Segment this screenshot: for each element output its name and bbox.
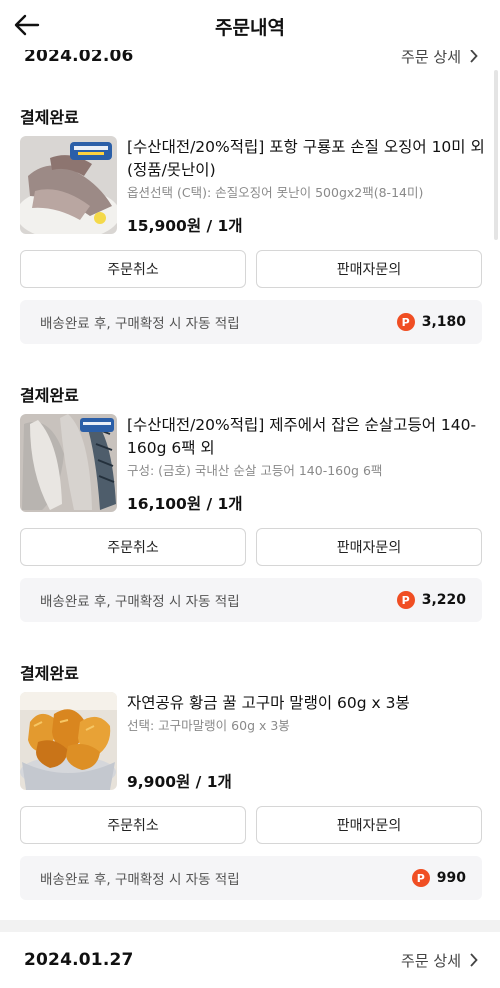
reward-info: 배송완료 후, 구매확정 시 자동 적립 P 3,180: [20, 300, 482, 344]
app-header: 주문내역: [0, 0, 500, 50]
points-value: 3,220: [421, 592, 466, 608]
product-info[interactable]: [수산대전/20%적립] 포항 구룡포 손질 오징어 10미 외 (정품/못난이…: [127, 136, 487, 201]
reward-points: P 990: [411, 869, 466, 887]
points-value: 990: [436, 870, 466, 886]
product-name: 자연공유 황금 꿀 고구마 말랭이 60g x 3봉: [127, 694, 410, 712]
product-option: 옵션선택 (C택): 손질오징어 못난이 500gx2팩(8-14미): [127, 185, 424, 200]
cancel-order-button[interactable]: 주문취소: [20, 806, 246, 844]
seller-inquiry-button[interactable]: 판매자문의: [256, 806, 482, 844]
points-icon: P: [411, 869, 430, 887]
points-icon: P: [396, 313, 415, 331]
reward-info: 배송완료 후, 구매확정 시 자동 적립 P 3,220: [20, 578, 482, 622]
order-detail-link[interactable]: 주문 상세: [401, 950, 478, 971]
order-date: 2024.01.27: [24, 950, 134, 970]
mackerel-product-image[interactable]: [20, 414, 117, 512]
cancel-order-button[interactable]: 주문취소: [20, 528, 246, 566]
points-value: 3,180: [421, 314, 466, 330]
seller-inquiry-button[interactable]: 판매자문의: [256, 250, 482, 288]
chevron-right-icon: [470, 50, 478, 63]
chevron-right-icon: [470, 953, 478, 967]
order-status: 결제완료: [20, 664, 79, 683]
reward-text: 배송완료 후, 구매확정 시 자동 적립: [40, 594, 240, 610]
order-group-header: 2024.01.27 주문 상세: [0, 944, 500, 976]
product-info[interactable]: [수산대전/20%적립] 제주에서 잡은 순살고등어 140-160g 6팩 외…: [127, 414, 487, 479]
product-price: 9,900원 / 1개: [127, 773, 232, 791]
reward-info: 배송완료 후, 구매확정 시 자동 적립 P 990: [20, 856, 482, 900]
order-status: 결제완료: [20, 108, 79, 127]
points-icon: P: [396, 591, 415, 609]
reward-points: P 3,180: [396, 313, 466, 331]
product-name: [수산대전/20%적립] 포항 구룡포 손질 오징어 10미 외 (정품/못난이…: [127, 138, 485, 179]
reward-text: 배송완료 후, 구매확정 시 자동 적립: [40, 316, 240, 332]
product-info[interactable]: 자연공유 황금 꿀 고구마 말랭이 60g x 3봉 선택: 고구마말랭이 60…: [127, 692, 487, 734]
reward-text: 배송완료 후, 구매확정 시 자동 적립: [40, 872, 240, 888]
product-price: 16,100원 / 1개: [127, 495, 243, 513]
sweet-potato-product-image[interactable]: [20, 692, 117, 790]
section-divider: [0, 920, 500, 932]
cancel-order-button[interactable]: 주문취소: [20, 250, 246, 288]
seller-inquiry-button[interactable]: 판매자문의: [256, 528, 482, 566]
reward-points: P 3,220: [396, 591, 466, 609]
product-price: 15,900원 / 1개: [127, 217, 243, 235]
product-option: 구성: (금호) 국내산 순살 고등어 140-160g 6팩: [127, 463, 383, 478]
page-title: 주문내역: [215, 17, 285, 39]
order-detail-label: 주문 상세: [401, 951, 461, 970]
order-status: 결제완료: [20, 386, 79, 405]
product-option: 선택: 고구마말랭이 60g x 3봉: [127, 718, 290, 733]
product-name: [수산대전/20%적립] 제주에서 잡은 순살고등어 140-160g 6팩 외: [127, 416, 477, 457]
scrollbar[interactable]: [494, 70, 498, 240]
squid-product-image[interactable]: [20, 136, 117, 234]
